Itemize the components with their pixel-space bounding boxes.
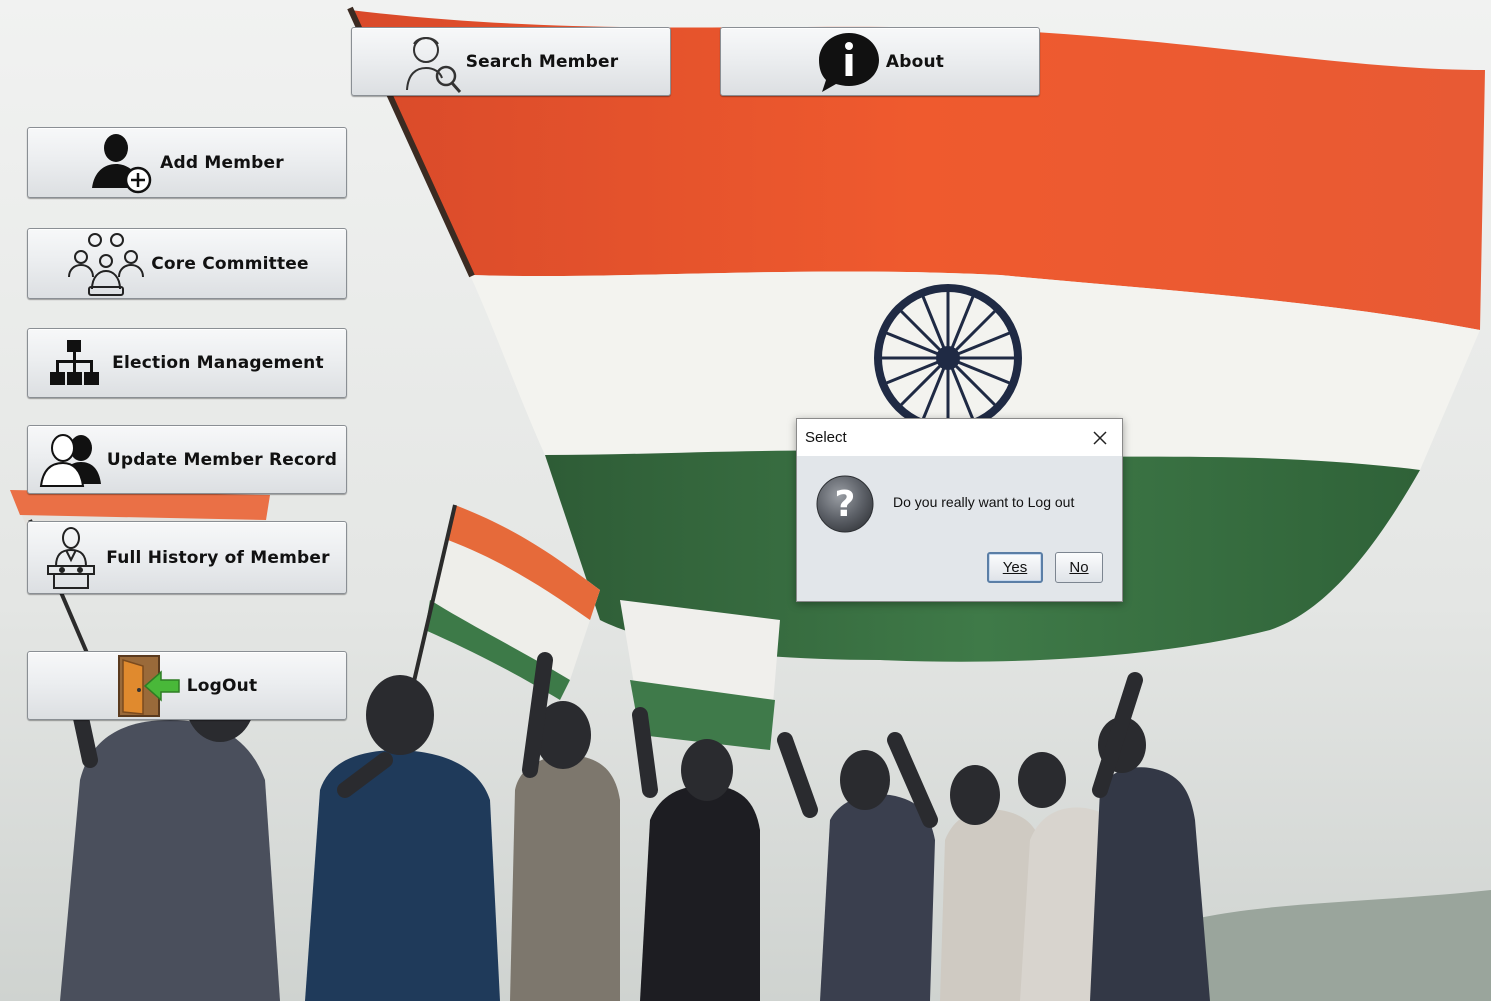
question-icon: ? — [815, 474, 875, 539]
close-icon[interactable] — [1078, 420, 1122, 456]
election-management-button[interactable]: Election Management — [27, 328, 347, 398]
update-member-record-button[interactable]: Update Member Record — [27, 425, 347, 494]
dialog-message: Do you really want to Log out — [893, 494, 1075, 510]
dialog-titlebar: Select — [797, 419, 1122, 456]
dialog-title: Select — [805, 429, 847, 446]
election-management-label: Election Management — [112, 353, 324, 373]
add-member-label: Add Member — [160, 152, 284, 173]
svg-text:?: ? — [835, 484, 856, 525]
add-user-icon — [90, 132, 156, 194]
add-member-button[interactable]: Add Member — [27, 127, 347, 198]
about-label: About — [885, 51, 945, 72]
about-button[interactable]: About — [720, 27, 1040, 96]
exit-door-icon — [117, 654, 183, 718]
logout-confirm-dialog: Select ? Do you really want to Log out Y… — [796, 418, 1123, 602]
yes-button[interactable]: Yes — [987, 552, 1043, 583]
logout-button[interactable]: LogOut — [27, 651, 347, 720]
yes-label: Yes — [1002, 559, 1028, 576]
group-icon — [65, 231, 147, 297]
hierarchy-icon — [50, 340, 100, 386]
core-committee-label: Core Committee — [151, 253, 309, 274]
logout-label: LogOut — [186, 675, 258, 696]
update-member-record-label: Update Member Record — [106, 449, 338, 470]
no-button[interactable]: No — [1055, 552, 1103, 583]
info-bubble-icon — [816, 30, 882, 94]
speaker-podium-icon — [44, 526, 98, 590]
full-history-button[interactable]: Full History of Member — [27, 521, 347, 594]
search-member-button[interactable]: Search Member — [351, 27, 671, 96]
full-history-label: Full History of Member — [106, 547, 330, 568]
no-label: No — [1069, 559, 1089, 576]
person-search-icon — [404, 30, 462, 94]
users-icon — [37, 432, 103, 488]
core-committee-button[interactable]: Core Committee — [27, 228, 347, 299]
search-member-label: Search Member — [465, 51, 619, 72]
